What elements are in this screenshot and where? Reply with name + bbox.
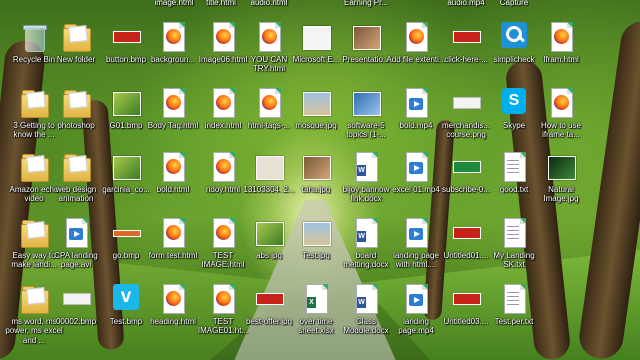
desktop-icon[interactable]: Xover time sheet.xlsx <box>290 284 342 352</box>
folder-icon <box>21 88 49 118</box>
media-file-icon <box>403 284 429 314</box>
text-file-icon <box>501 152 527 182</box>
desktop-icon-label[interactable]: Capture <box>484 0 544 7</box>
image-thumbnail-icon <box>453 88 481 118</box>
desktop-icon[interactable]: Test.per.txt <box>488 284 540 352</box>
image-thumbnail-icon <box>303 88 331 118</box>
desktop-icon[interactable]: form test.html <box>147 218 199 286</box>
search-app-icon <box>501 22 527 52</box>
image-thumbnail-icon <box>353 22 381 52</box>
folder-icon <box>21 152 49 182</box>
image-thumbnail-icon <box>113 22 141 52</box>
image-thumbnail-icon <box>453 284 481 314</box>
text-file-icon <box>501 218 527 248</box>
word-document-icon: W <box>353 284 379 314</box>
skype-icon: S <box>501 88 527 118</box>
desktop-icon[interactable]: Body Tag.html <box>147 88 199 156</box>
desktop-icon[interactable]: landing page.mp4 <box>390 284 442 352</box>
desktop-icon-label: Test.per.txt <box>494 317 534 326</box>
desktop-icon[interactable]: backgroun... <box>147 22 199 90</box>
desktop-icon[interactable]: Wboard metting.docx <box>340 218 392 286</box>
image-thumbnail-icon <box>453 152 481 182</box>
desktop-icon[interactable]: landing page with html.... <box>390 218 442 286</box>
firefox-html-icon <box>548 88 574 118</box>
folder-icon <box>63 22 91 52</box>
desktop-icon[interactable]: excel 01.mp4 <box>390 152 442 220</box>
recycle-bin-icon <box>23 22 47 52</box>
desktop-icon[interactable]: bold.mp4 <box>390 88 442 156</box>
desktop-icon-label: How to use iframe ta... <box>540 121 582 140</box>
desktop-icon[interactable]: 00002.bmp <box>50 284 102 352</box>
image-thumbnail-icon <box>303 22 331 52</box>
desktop-icon[interactable]: taha.jpg <box>290 152 342 220</box>
desktop-icon-label: Ifram.html <box>543 55 579 64</box>
word-document-icon: W <box>353 152 379 182</box>
firefox-html-icon <box>256 88 282 118</box>
firefox-html-icon <box>160 152 186 182</box>
desktop-icon[interactable]: New folder <box>50 22 102 90</box>
firefox-html-icon <box>548 22 574 52</box>
image-thumbnail-icon <box>113 152 141 182</box>
desktop-icon-label[interactable]: Earning Pr... <box>336 0 396 7</box>
image-thumbnail-icon <box>256 218 284 248</box>
firefox-html-icon <box>160 88 186 118</box>
image-thumbnail-icon <box>63 284 91 314</box>
image-thumbnail-icon <box>303 152 331 182</box>
desktop-icon[interactable]: Add file extenti... <box>386 22 446 90</box>
image-thumbnail-icon <box>548 152 576 182</box>
media-file-icon <box>403 218 429 248</box>
desktop-icon[interactable]: Presentatio... <box>340 22 392 90</box>
image-thumbnail-icon <box>353 88 381 118</box>
desktop-icon[interactable]: photoshop <box>50 88 102 156</box>
desktop-icon[interactable]: software-5 topics (1-... <box>340 88 392 156</box>
desktop-icon[interactable]: Natural Image.jpg <box>535 152 587 220</box>
image-thumbnail-icon <box>113 88 141 118</box>
firefox-html-icon <box>210 218 236 248</box>
folder-icon <box>63 88 91 118</box>
firefox-html-icon <box>160 218 186 248</box>
firefox-html-icon <box>210 22 236 52</box>
desktop-icon[interactable]: Ifram.html <box>535 22 587 90</box>
desktop-icon[interactable]: W Class Module.docx <box>340 284 392 352</box>
image-thumbnail-icon <box>256 152 284 182</box>
excel-spreadsheet-icon: X <box>303 284 329 314</box>
desktop-icon-label[interactable]: audio.html <box>239 0 299 7</box>
firefox-html-icon <box>210 152 236 182</box>
image-thumbnail-icon <box>453 218 481 248</box>
desktop-icon-label: My Landing SK.txt <box>493 251 535 270</box>
image-thumbnail-icon <box>256 284 284 314</box>
folder-icon <box>21 218 49 248</box>
video-image-icon: v <box>113 284 139 314</box>
desktop-icon[interactable]: Microsoft E... <box>290 22 342 90</box>
media-file-icon <box>403 152 429 182</box>
desktop-icon[interactable]: My Landing SK.txt <box>488 218 540 286</box>
media-file-icon <box>403 88 429 118</box>
text-file-icon <box>501 284 527 314</box>
firefox-html-icon <box>160 22 186 52</box>
desktop-icon[interactable]: Test.jpg <box>290 218 342 286</box>
desktop-icon[interactable]: mosque.jpg <box>290 88 342 156</box>
desktop-icon[interactable]: web design animation <box>50 152 102 220</box>
folder-icon <box>63 152 91 182</box>
image-thumbnail-icon <box>303 218 331 248</box>
firefox-html-icon <box>256 22 282 52</box>
desktop-icon[interactable]: CPA landing page.avi <box>50 218 102 286</box>
desktop-icon-label: Natural Image.jpg <box>543 185 579 204</box>
desktop-icon[interactable]: How to use iframe ta... <box>535 88 587 156</box>
desktop-icon[interactable]: bold.html <box>147 152 199 220</box>
folder-icon <box>21 284 49 314</box>
word-document-icon: W <box>353 218 379 248</box>
image-thumbnail-icon <box>113 218 141 248</box>
firefox-html-icon <box>210 88 236 118</box>
firefox-html-icon <box>160 284 186 314</box>
desktop-icon[interactable]: heading.html <box>147 284 199 352</box>
media-file-icon <box>63 218 89 248</box>
firefox-html-icon <box>403 22 429 52</box>
desktop-icon[interactable]: Wbijoy bannow link.docx <box>340 152 392 220</box>
image-thumbnail-icon <box>453 22 481 52</box>
firefox-html-icon <box>210 284 236 314</box>
